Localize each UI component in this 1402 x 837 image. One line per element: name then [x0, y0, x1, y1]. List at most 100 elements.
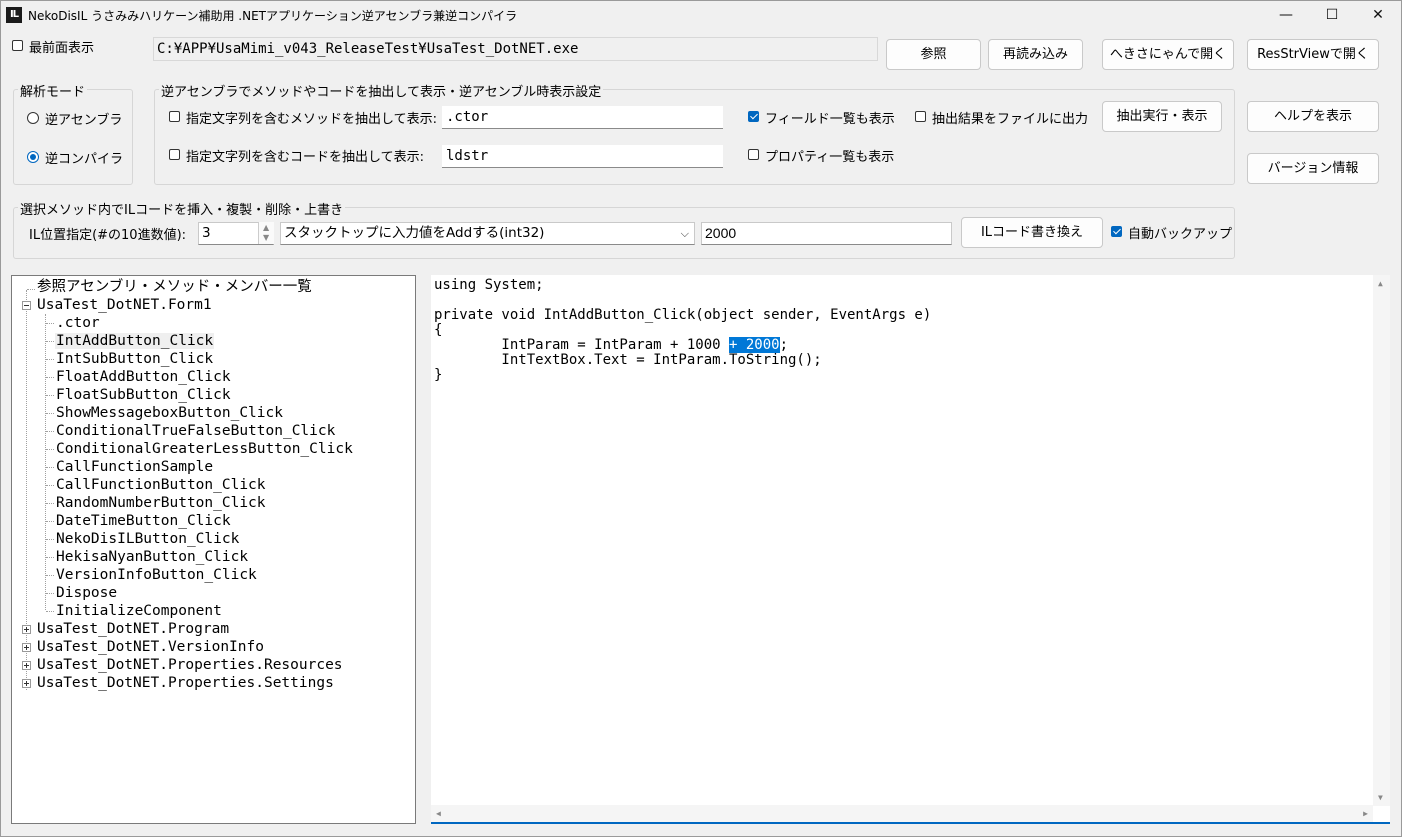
chevron-down-icon[interactable]: ⌵ [681, 223, 689, 244]
il-position-label: IL位置指定(#の10進数値): [29, 228, 187, 243]
tree-method-item[interactable]: InitializeComponent [55, 602, 223, 620]
tree-line [46, 611, 54, 612]
output-file-label: 抽出結果をファイルに出力 [932, 112, 1089, 127]
code-line: { [434, 322, 443, 338]
tree-method-item[interactable]: ConditionalGreaterLessButton_Click [55, 440, 354, 458]
il-operation-value: スタックトップに入力値をAddする(int32) [284, 225, 545, 241]
version-info-button[interactable]: バージョン情報 [1247, 153, 1379, 184]
code-line: using System; [434, 277, 544, 293]
code-filter-checkbox[interactable] [169, 149, 180, 160]
tree-line [27, 289, 35, 290]
tree-method-item[interactable]: .ctor [55, 314, 101, 332]
expand-icon[interactable] [22, 643, 31, 652]
open-hekisanyan-button[interactable]: へきさにゃんで開く [1102, 39, 1234, 70]
tree-line [46, 413, 54, 414]
tree-line [46, 359, 54, 360]
code-line: IntTextBox.Text = IntParam.ToString(); [434, 352, 822, 368]
member-tree[interactable]: 参照アセンブリ・メソッド・メンバー一覧 UsaTest_DotNET.Form1… [11, 275, 416, 824]
tree-node-form1[interactable]: UsaTest_DotNET.Form1 [36, 296, 213, 314]
spin-down-icon[interactable]: ▼ [263, 233, 269, 242]
disassembler-radio[interactable] [27, 112, 39, 124]
tree-line [46, 467, 54, 468]
tree-method-item[interactable]: ShowMessageboxButton_Click [55, 404, 284, 422]
expand-icon[interactable] [22, 625, 31, 634]
il-operation-select[interactable]: スタックトップに入力値をAddする(int32) ⌵ [280, 222, 695, 245]
extract-group [154, 89, 1235, 185]
extract-group-title: 逆アセンブラでメソッドやコードを抽出して表示・逆アセンブル時表示設定 [159, 81, 604, 100]
tree-method-item[interactable]: ConditionalTrueFalseButton_Click [55, 422, 336, 440]
open-resstrview-button[interactable]: ResStrViewで開く [1247, 39, 1379, 70]
tree-line [46, 503, 54, 504]
collapse-icon[interactable] [22, 301, 31, 310]
analysis-mode-group [13, 89, 133, 185]
tree-line [46, 323, 54, 324]
tree-type-item[interactable]: UsaTest_DotNET.VersionInfo [36, 638, 265, 656]
tree-type-item[interactable]: UsaTest_DotNET.Properties.Resources [36, 656, 344, 674]
tree-method-item[interactable]: IntSubButton_Click [55, 350, 214, 368]
tree-type-item[interactable]: UsaTest_DotNET.Program [36, 620, 230, 638]
tree-line [46, 575, 54, 576]
tree-type-item[interactable]: UsaTest_DotNET.Properties.Settings [36, 674, 335, 692]
show-fields-checkbox[interactable] [748, 111, 759, 122]
file-path-field[interactable]: C:¥APP¥UsaMimi_v043_ReleaseTest¥UsaTest_… [153, 37, 878, 61]
tree-method-item[interactable]: FloatSubButton_Click [55, 386, 232, 404]
code-line: private void IntAddButton_Click(object s… [434, 307, 932, 323]
scroll-up-icon[interactable]: ▲ [1378, 279, 1383, 288]
tree-method-item[interactable]: NekoDisILButton_Click [55, 530, 240, 548]
scroll-down-icon[interactable]: ▼ [1378, 793, 1383, 802]
il-argument-input[interactable]: 2000 [701, 222, 952, 245]
method-filter-checkbox[interactable] [169, 111, 180, 122]
tree-line [46, 557, 54, 558]
vertical-scrollbar[interactable]: ▲ ▼ [1373, 275, 1390, 806]
code-view[interactable]: using System; private void IntAddButton_… [431, 275, 1390, 824]
tree-method-item[interactable]: HekisaNyanButton_Click [55, 548, 249, 566]
tree-line [46, 485, 54, 486]
main-window: IL NekoDisIL うさみみハリケーン補助用 .NETアプリケーション逆ア… [0, 0, 1402, 837]
browse-button[interactable]: 参照 [886, 39, 981, 70]
scroll-right-icon[interactable]: ▶ [1363, 809, 1368, 818]
output-file-checkbox[interactable] [915, 111, 926, 122]
code-line: } [434, 367, 443, 383]
spin-up-icon[interactable]: ▲ [263, 223, 269, 232]
tree-line [46, 431, 54, 432]
tree-line [46, 395, 54, 396]
show-properties-label: プロパティ一覧も表示 [765, 150, 895, 165]
tree-line [46, 449, 54, 450]
maximize-button[interactable]: ☐ [1309, 1, 1355, 29]
window-title: NekoDisIL うさみみハリケーン補助用 .NETアプリケーション逆アセンブ… [28, 9, 518, 23]
horizontal-scrollbar[interactable]: ◀ ▶ [431, 805, 1373, 822]
topmost-label: 最前面表示 [29, 41, 95, 56]
tree-method-item[interactable]: CallFunctionButton_Click [55, 476, 267, 494]
tree-root[interactable]: 参照アセンブリ・メソッド・メンバー一覧 [36, 278, 313, 296]
tree-method-item[interactable]: IntAddButton_Click [55, 332, 215, 350]
tree-method-item[interactable]: RandomNumberButton_Click [55, 494, 267, 512]
tree-method-item[interactable]: FloatAddButton_Click [55, 368, 232, 386]
expand-icon[interactable] [22, 661, 31, 670]
minimize-button[interactable]: — [1263, 1, 1309, 29]
tree-line [46, 341, 54, 342]
tree-method-item[interactable]: VersionInfoButton_Click [55, 566, 258, 584]
decompiler-label: 逆コンパイラ [45, 152, 124, 167]
tree-method-item[interactable]: Dispose [55, 584, 118, 602]
il-rewrite-button[interactable]: ILコード書き換え [961, 217, 1103, 248]
analysis-mode-title: 解析モード [18, 81, 88, 100]
run-extract-button[interactable]: 抽出実行・表示 [1102, 101, 1222, 132]
method-filter-input[interactable]: .ctor [442, 106, 723, 129]
expand-icon[interactable] [22, 679, 31, 688]
scroll-left-icon[interactable]: ◀ [436, 809, 441, 818]
show-properties-checkbox[interactable] [748, 149, 759, 160]
il-position-spinner[interactable]: ▲ ▼ [258, 222, 274, 244]
decompiler-radio[interactable] [27, 151, 39, 163]
tree-method-item[interactable]: CallFunctionSample [55, 458, 214, 476]
reload-button[interactable]: 再読み込み [988, 39, 1083, 70]
code-filter-input[interactable]: ldstr [442, 145, 723, 168]
auto-backup-label: 自動バックアップ [1128, 227, 1233, 242]
help-button[interactable]: ヘルプを表示 [1247, 101, 1379, 132]
topmost-checkbox[interactable] [12, 40, 23, 51]
selected-code: + 2000 [729, 337, 780, 353]
tree-line [46, 377, 54, 378]
auto-backup-checkbox[interactable] [1111, 226, 1122, 237]
tree-line [46, 539, 54, 540]
close-button[interactable]: ✕ [1355, 1, 1401, 29]
tree-method-item[interactable]: DateTimeButton_Click [55, 512, 232, 530]
